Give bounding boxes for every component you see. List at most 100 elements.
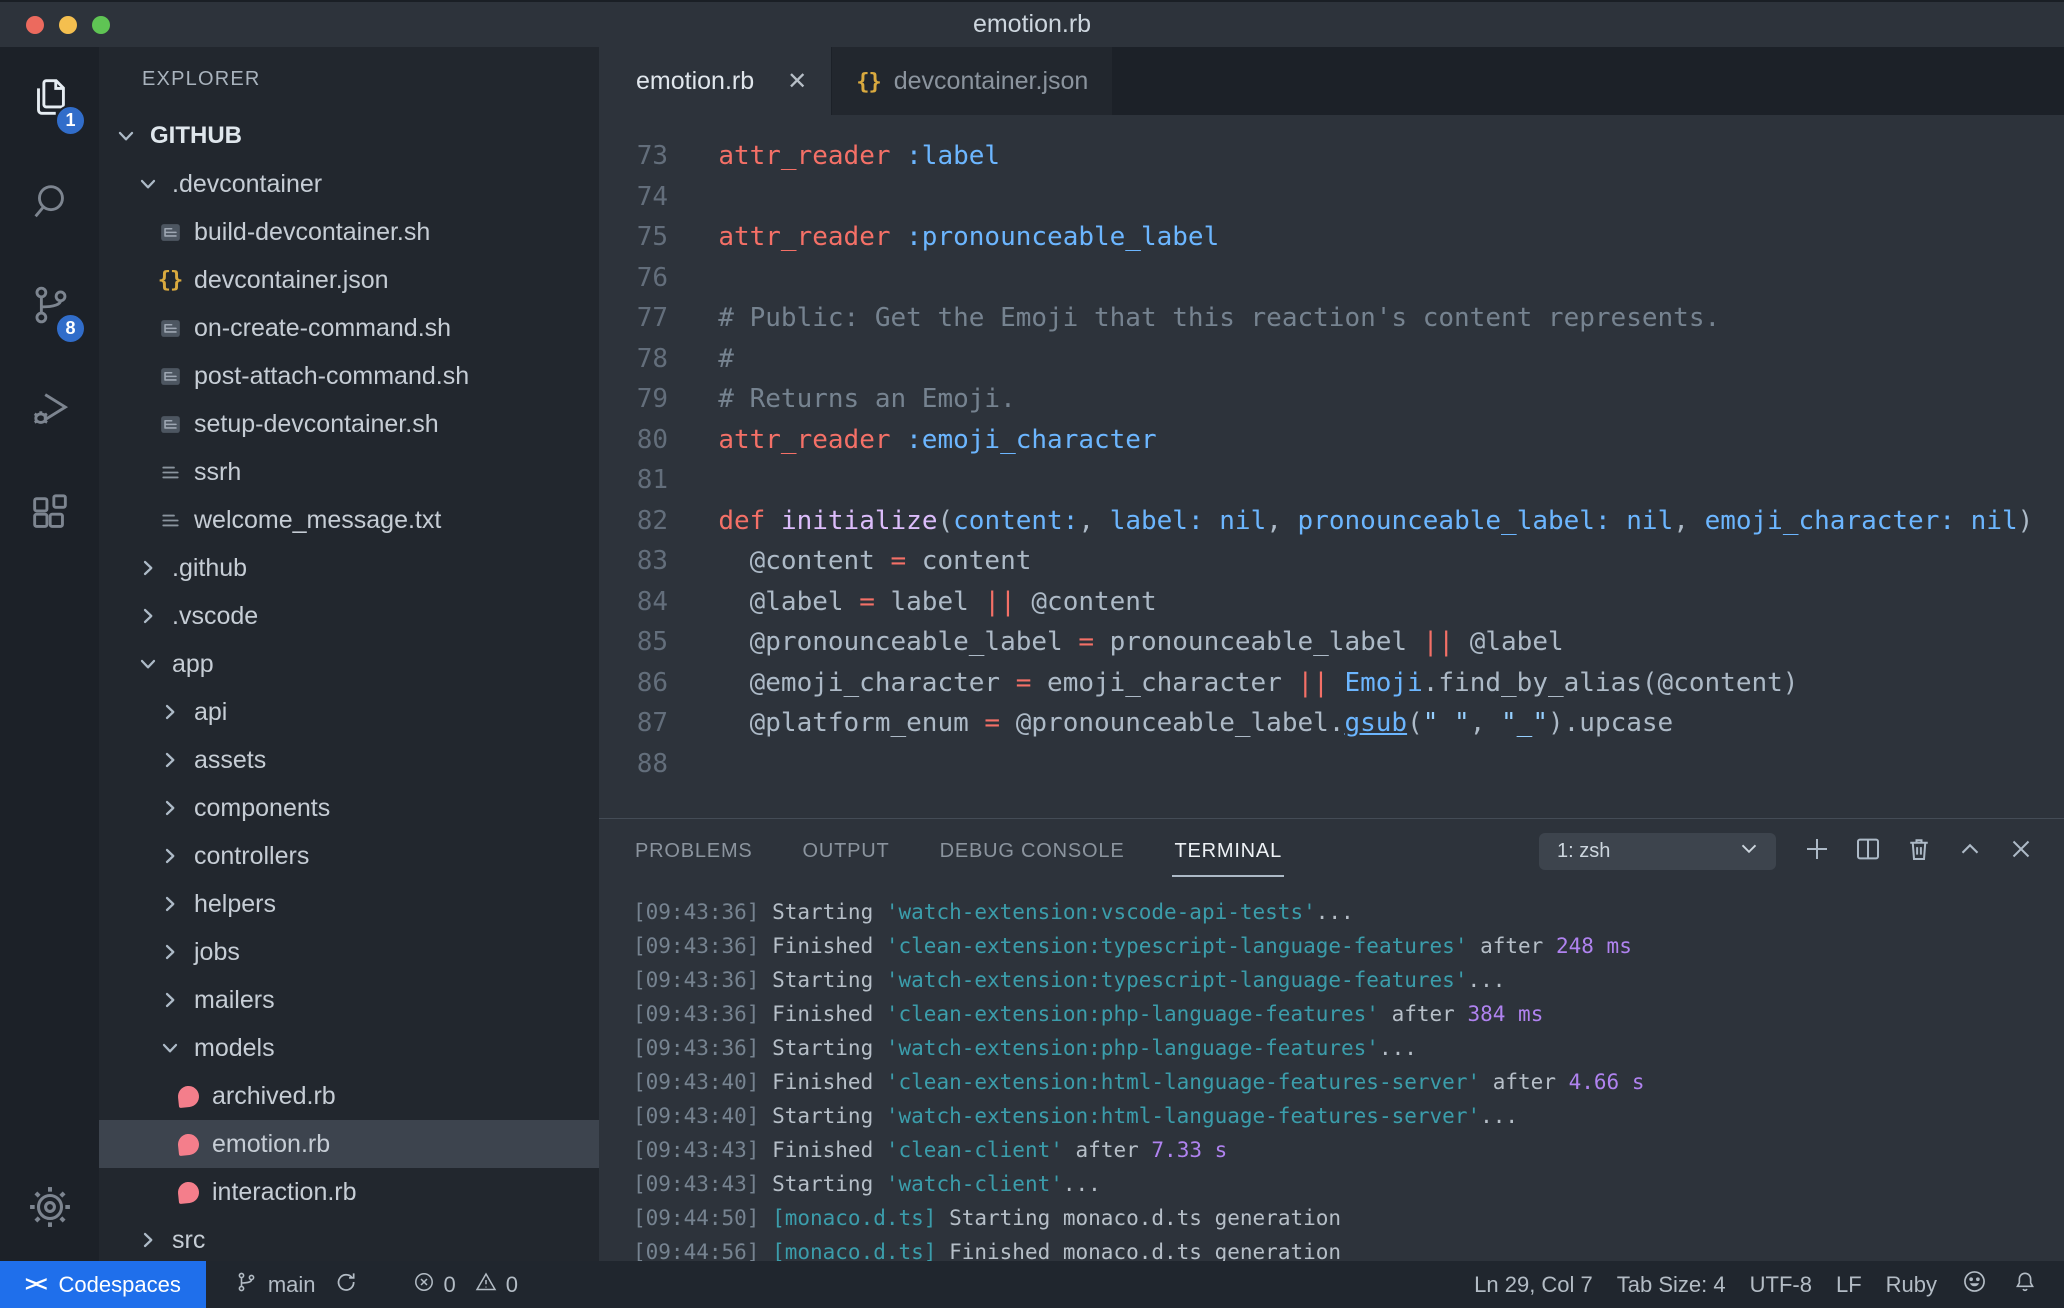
editor-group: emotion.rb ✕ {} devcontainer.json 73 att… xyxy=(599,47,2064,1261)
tree-item-src[interactable]: src xyxy=(99,1216,599,1261)
chevron-down-icon xyxy=(111,121,141,151)
zoom-window-button[interactable] xyxy=(92,15,110,34)
code-line: 75 attr_reader :pronounceable_label xyxy=(599,217,2064,258)
line-number: 73 xyxy=(636,141,668,171)
panel-tab-terminal[interactable]: TERMINAL xyxy=(1172,820,1284,883)
tab-devcontainer-json[interactable]: {} devcontainer.json xyxy=(831,47,1113,115)
tab-label: devcontainer.json xyxy=(893,66,1089,95)
tree-item-helpers[interactable]: helpers xyxy=(99,880,599,928)
eol-type[interactable]: LF xyxy=(1836,1272,1862,1298)
activity-extensions-button[interactable] xyxy=(0,463,99,567)
code-line: 87 @platform_enum = @pronounceable_label… xyxy=(599,703,2064,744)
line-number: 84 xyxy=(636,586,668,617)
tree-item-models[interactable]: models xyxy=(99,1024,599,1072)
error-icon xyxy=(412,1270,436,1300)
terminal-line: [09:43:43] Finished 'clean-client' after… xyxy=(633,1138,1228,1162)
tree-item--devcontainer[interactable]: .devcontainer xyxy=(99,160,599,208)
maximize-panel-icon[interactable] xyxy=(1955,834,1985,869)
gear-icon xyxy=(27,1184,73,1235)
close-tab-icon[interactable]: ✕ xyxy=(787,67,807,96)
new-terminal-icon[interactable] xyxy=(1802,834,1832,869)
tree-item-github[interactable]: GITHUB xyxy=(99,112,599,160)
minimize-window-button[interactable] xyxy=(59,15,77,34)
activity-source-control-button[interactable]: 8 xyxy=(0,255,99,359)
cursor-position[interactable]: Ln 29, Col 7 xyxy=(1474,1272,1593,1298)
line-number: 87 xyxy=(636,708,668,738)
tree-item-jobs[interactable]: jobs xyxy=(99,928,599,976)
tree-item-on-create-command-sh[interactable]: on-create-command.sh xyxy=(99,304,599,352)
code-line: 82 def initialize(content:, label: nil, … xyxy=(599,501,2064,542)
panel-tab-debug-console[interactable]: DEBUG CONSOLE xyxy=(938,820,1127,883)
json-file-icon: {} xyxy=(157,267,183,293)
tree-item-mailers[interactable]: mailers xyxy=(99,976,599,1024)
panel-header: PROBLEMS OUTPUT DEBUG CONSOLE TERMINAL 1: z… xyxy=(599,819,2064,883)
tree-item-welcome-message-txt[interactable]: welcome_message.txt xyxy=(99,496,599,544)
close-window-button[interactable] xyxy=(26,15,44,34)
terminal-line: [09:43:36] Starting 'watch-extension:vsc… xyxy=(633,900,1354,924)
shell-file-icon xyxy=(155,361,185,391)
activity-run-debug-button[interactable] xyxy=(0,359,99,463)
encoding[interactable]: UTF-8 xyxy=(1750,1272,1812,1298)
line-number: 77 xyxy=(636,303,668,333)
tab-size[interactable]: Tab Size: 4 xyxy=(1617,1272,1726,1298)
language-mode[interactable]: Ruby xyxy=(1886,1272,1937,1298)
tree-item--github[interactable]: .github xyxy=(99,544,599,592)
debug-icon xyxy=(27,386,73,437)
tree-item-label: mailers xyxy=(194,985,275,1014)
tree-item--vscode[interactable]: .vscode xyxy=(99,592,599,640)
status-bar-right: Ln 29, Col 7 Tab Size: 4 UTF-8 LF Ruby xyxy=(1474,1268,2064,1301)
tree-item-label: welcome_message.txt xyxy=(194,505,442,534)
terminal-line: [09:43:43] Starting 'watch-client'... xyxy=(633,1172,1101,1196)
tree-item-interaction-rb[interactable]: interaction.rb xyxy=(99,1168,599,1216)
tree-item-label: ssrh xyxy=(194,457,242,486)
close-panel-icon[interactable] xyxy=(2006,834,2036,869)
explorer-badge: 1 xyxy=(55,105,86,136)
terminal-output[interactable]: [09:43:36] Starting 'watch-extension:vsc… xyxy=(599,883,2064,1261)
split-terminal-icon[interactable] xyxy=(1853,834,1883,869)
chevron-right-icon xyxy=(133,553,163,583)
tab-emotion-rb[interactable]: emotion.rb ✕ xyxy=(599,47,832,115)
tree-item-assets[interactable]: assets xyxy=(99,736,599,784)
feedback-smiley-icon[interactable] xyxy=(1961,1268,1988,1301)
code-editor[interactable]: 73 attr_reader :label 74 75 attr_reader :p… xyxy=(599,115,2064,818)
tree-item-post-attach-command-sh[interactable]: post-attach-command.sh xyxy=(99,352,599,400)
tree-item-build-devcontainer-sh[interactable]: build-devcontainer.sh xyxy=(99,208,599,256)
tree-item-label: emotion.rb xyxy=(212,1129,331,1158)
terminal-line: [09:43:40] Starting 'watch-extension:htm… xyxy=(633,1104,1519,1128)
branch-status[interactable]: main xyxy=(234,1269,358,1301)
tree-item-emotion-rb[interactable]: emotion.rb xyxy=(99,1120,599,1168)
error-count: 0 xyxy=(443,1271,456,1297)
tree-item-ssrh[interactable]: ssrh xyxy=(99,448,599,496)
tree-item-components[interactable]: components xyxy=(99,784,599,832)
codespaces-remote-button[interactable]: >< Codespaces xyxy=(0,1261,206,1308)
line-number: 79 xyxy=(636,384,668,414)
terminal-select[interactable]: 1: zsh xyxy=(1539,832,1776,870)
ruby-file-icon xyxy=(173,1129,203,1159)
tree-item-controllers[interactable]: controllers xyxy=(99,832,599,880)
line-number: 74 xyxy=(636,181,668,212)
panel-tab-problems[interactable]: PROBLEMS xyxy=(633,820,755,883)
workbench: 1 8 EXPLORER GITHUB .devcontainer build-… xyxy=(0,47,2064,1261)
line-number: 81 xyxy=(636,465,668,495)
tree-item-label: helpers xyxy=(194,889,276,918)
tree-item-api[interactable]: api xyxy=(99,688,599,736)
code-line: 77 # Public: Get the Emoji that this rea… xyxy=(599,298,2064,339)
tree-item-archived-rb[interactable]: archived.rb xyxy=(99,1072,599,1120)
ruby-file-icon xyxy=(173,1081,203,1111)
code-line: 78 # xyxy=(599,339,2064,380)
chevron-right-icon xyxy=(155,793,185,823)
extensions-icon xyxy=(27,490,73,541)
tree-item-app[interactable]: app xyxy=(99,640,599,688)
panel-tab-output[interactable]: OUTPUT xyxy=(801,820,892,883)
tree-item-devcontainer-json[interactable]: {} devcontainer.json xyxy=(99,256,599,304)
source-control-badge: 8 xyxy=(55,313,86,344)
activity-explorer-button[interactable]: 1 xyxy=(0,47,99,151)
kill-terminal-trash-icon[interactable] xyxy=(1904,834,1934,869)
notifications-bell-icon[interactable] xyxy=(2012,1269,2038,1301)
settings-button[interactable] xyxy=(0,1157,99,1261)
tree-item-label: .vscode xyxy=(172,601,259,630)
tree-item-setup-devcontainer-sh[interactable]: setup-devcontainer.sh xyxy=(99,400,599,448)
code-line: 79 # Returns an Emoji. xyxy=(599,379,2064,420)
problems-status[interactable]: 0 0 xyxy=(412,1270,529,1300)
activity-search-button[interactable] xyxy=(0,151,99,255)
